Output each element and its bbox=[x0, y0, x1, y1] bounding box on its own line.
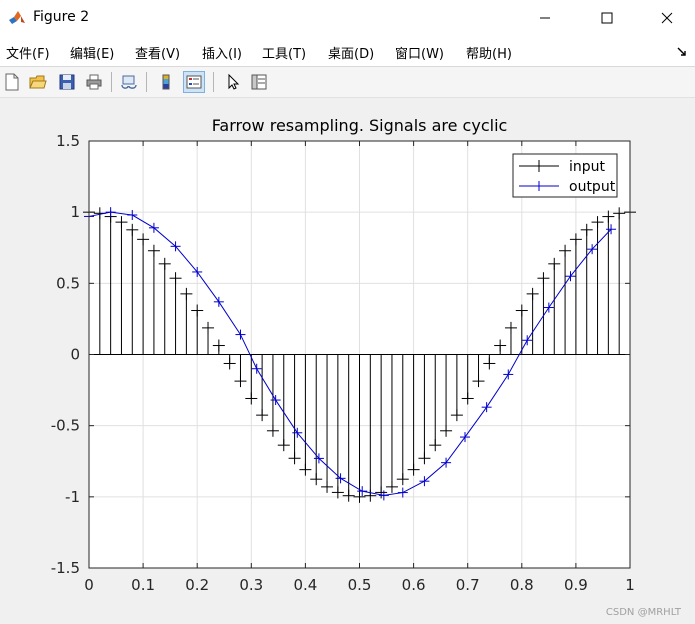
y-tick-label: 1 bbox=[70, 203, 80, 221]
matlab-logo-icon bbox=[9, 11, 25, 24]
property-inspector-icon bbox=[251, 74, 267, 90]
legend[interactable]: input output bbox=[512, 153, 618, 198]
legend-icon bbox=[186, 75, 202, 89]
x-tick-label: 0.2 bbox=[185, 576, 209, 594]
x-tick-label: 0.6 bbox=[402, 576, 426, 594]
new-figure-button[interactable] bbox=[1, 71, 23, 93]
menu-edit[interactable]: 编辑(E) bbox=[70, 43, 114, 62]
y-tick-label: 1.5 bbox=[56, 132, 80, 150]
close-icon bbox=[661, 12, 673, 24]
chart-title: Farrow resampling. Signals are cyclic bbox=[212, 116, 508, 135]
x-tick-label: 0.9 bbox=[564, 576, 588, 594]
print-icon bbox=[86, 74, 102, 90]
title-bar: Figure 2 bbox=[0, 0, 695, 36]
colorbar-icon bbox=[162, 74, 170, 90]
menu-view[interactable]: 查看(V) bbox=[135, 43, 180, 62]
menu-window[interactable]: 窗口(W) bbox=[395, 43, 444, 62]
legend-label: output bbox=[569, 179, 616, 195]
save-icon bbox=[59, 74, 75, 90]
maximize-button[interactable] bbox=[577, 0, 637, 36]
x-tick-label: 0 bbox=[84, 576, 94, 594]
x-tick-label: 0.1 bbox=[131, 576, 155, 594]
menu-help[interactable]: 帮助(H) bbox=[466, 43, 512, 62]
x-tick-label: 0.8 bbox=[510, 576, 534, 594]
x-tick-label: 1 bbox=[625, 576, 635, 594]
new-figure-icon bbox=[5, 73, 19, 91]
y-tick-label: 0.5 bbox=[56, 274, 80, 292]
legend-label: input bbox=[569, 159, 606, 175]
toolbar-separator bbox=[146, 72, 147, 92]
open-file-button[interactable] bbox=[27, 71, 49, 93]
close-button[interactable] bbox=[637, 0, 695, 36]
y-tick-label: -1 bbox=[65, 488, 80, 506]
dock-arrow-icon[interactable] bbox=[677, 46, 687, 56]
x-tick-label: 0.7 bbox=[456, 576, 480, 594]
link-plot-button[interactable] bbox=[118, 71, 140, 93]
menu-tools[interactable]: 工具(T) bbox=[262, 43, 306, 62]
minimize-button[interactable] bbox=[515, 0, 575, 36]
maximize-icon bbox=[601, 12, 613, 24]
window-title: Figure 2 bbox=[33, 9, 90, 25]
toolbar-separator bbox=[111, 72, 112, 92]
x-tick-label: 0.5 bbox=[348, 576, 372, 594]
x-tick-label: 0.3 bbox=[239, 576, 263, 594]
menu-desktop[interactable]: 桌面(D) bbox=[328, 43, 374, 62]
menu-file[interactable]: 文件(F) bbox=[6, 43, 50, 62]
link-plot-icon bbox=[121, 75, 137, 89]
legend-button[interactable] bbox=[183, 71, 205, 93]
watermark: CSDN @MRHLT bbox=[605, 607, 681, 618]
y-tick-label: -1.5 bbox=[51, 559, 80, 577]
save-button[interactable] bbox=[56, 71, 78, 93]
pointer-button[interactable] bbox=[222, 71, 244, 93]
plot-canvas[interactable]: 0 0.1 0.2 0.3 0.4 0.5 0.6 0.7 0.8 0.9 1 1.5 1 0.5 0 -0.… bbox=[0, 98, 695, 624]
print-button[interactable] bbox=[83, 71, 105, 93]
toolbar bbox=[0, 67, 695, 98]
figure-area: 0 0.1 0.2 0.3 0.4 0.5 0.6 0.7 0.8 0.9 1 1.5 1 0.5 0 -0.… bbox=[0, 98, 695, 624]
y-tick-label: -0.5 bbox=[51, 417, 80, 435]
x-tick-label: 0.4 bbox=[293, 576, 317, 594]
menu-bar: 文件(F) 编辑(E) 查看(V) 插入(I) 工具(T) 桌面(D) 窗口(W… bbox=[0, 36, 695, 67]
toolbar-separator bbox=[213, 72, 214, 92]
pointer-icon bbox=[228, 73, 240, 90]
y-tick-label: 0 bbox=[70, 346, 80, 364]
property-inspector-button[interactable] bbox=[248, 71, 270, 93]
open-file-icon bbox=[29, 75, 47, 89]
colorbar-button[interactable] bbox=[155, 71, 177, 93]
minimize-icon bbox=[540, 17, 550, 19]
menu-insert[interactable]: 插入(I) bbox=[202, 43, 242, 62]
